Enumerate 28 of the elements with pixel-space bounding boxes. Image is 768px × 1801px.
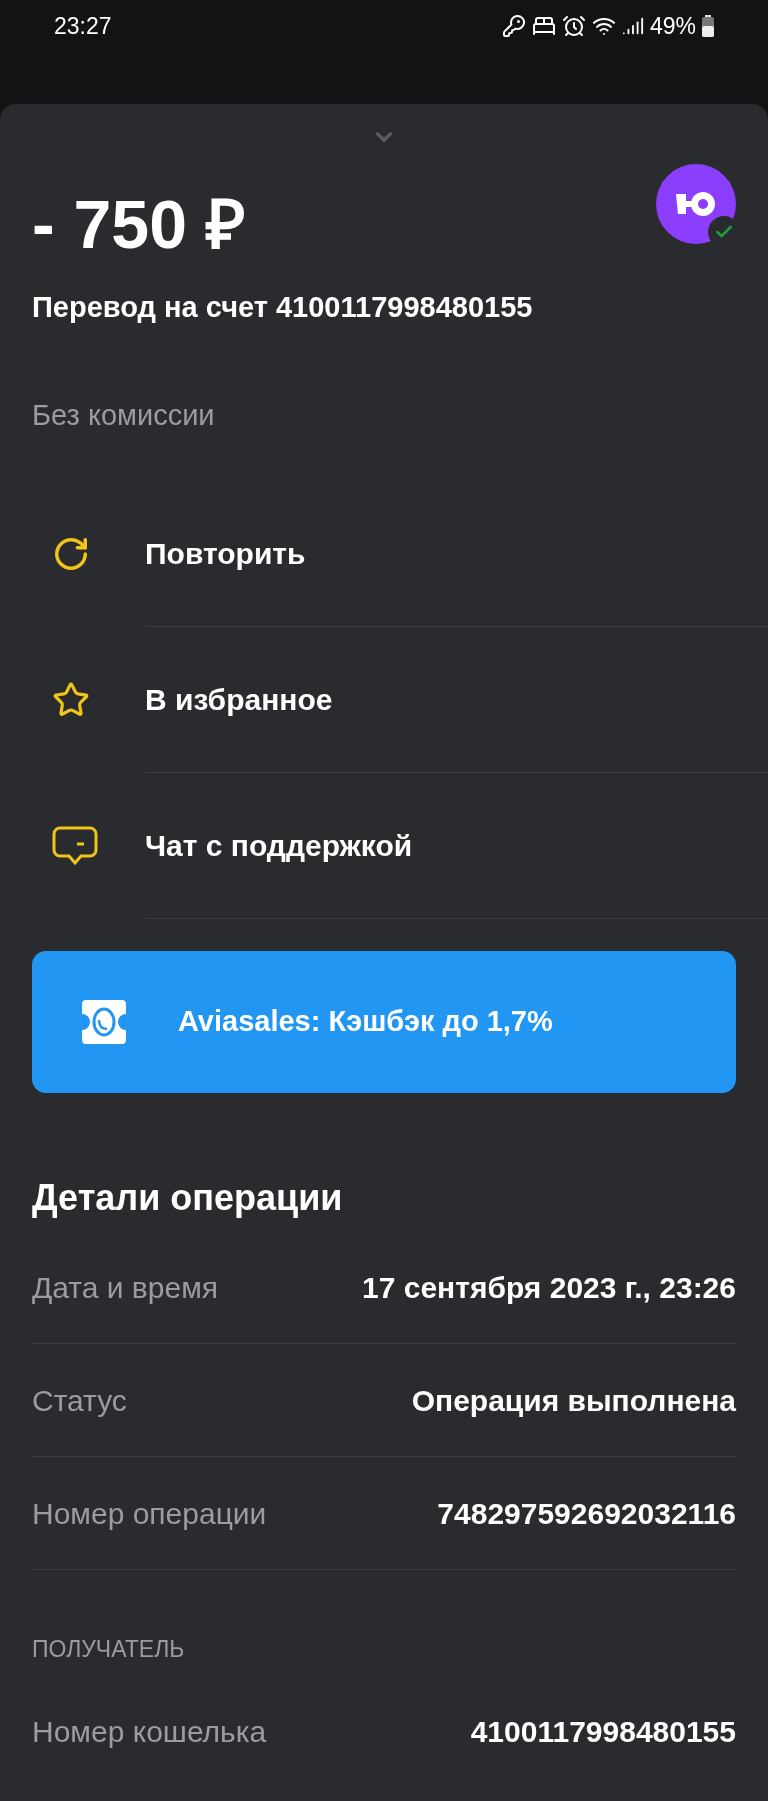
- action-item[interactable]: В избранное: [32, 627, 768, 773]
- action-item[interactable]: Повторить: [32, 481, 768, 627]
- battery-icon: [702, 15, 714, 37]
- star-icon: [52, 681, 90, 719]
- section-heading: ПОЛУЧАТЕЛЬ: [32, 1635, 186, 1664]
- detail-value: 748297592692032116: [437, 1495, 736, 1532]
- detail-label: Дата и время: [32, 1269, 219, 1306]
- detail-value: Операция выполнена: [411, 1382, 736, 1419]
- ticket-icon: [80, 998, 128, 1046]
- detail-label: Номер операции: [32, 1495, 267, 1532]
- detail-value: 17 сентября 2023 г., 23:26: [362, 1269, 736, 1306]
- detail-value: 4100117998480155: [470, 1713, 736, 1750]
- signal-icon: [621, 15, 644, 37]
- detail-label: Статус: [32, 1382, 127, 1419]
- action-item[interactable]: Чат с поддержкой: [32, 773, 768, 919]
- alarm-icon: [561, 14, 586, 38]
- logo-icon: [674, 190, 718, 218]
- refresh-icon: [52, 535, 90, 573]
- section-title: Детали операции: [32, 1176, 344, 1220]
- status-time: 23:27: [54, 11, 112, 41]
- bed-icon: [531, 14, 556, 38]
- battery-percent: 49%: [649, 11, 696, 41]
- detail-label: Номер кошелька: [32, 1713, 267, 1750]
- key-icon: [501, 14, 526, 38]
- operation-description: Перевод на счет 4100117998480155: [32, 290, 533, 325]
- chat-icon: [52, 826, 98, 866]
- fee-text: Без комиссии: [32, 397, 216, 433]
- amount: - 750 ₽: [32, 190, 247, 258]
